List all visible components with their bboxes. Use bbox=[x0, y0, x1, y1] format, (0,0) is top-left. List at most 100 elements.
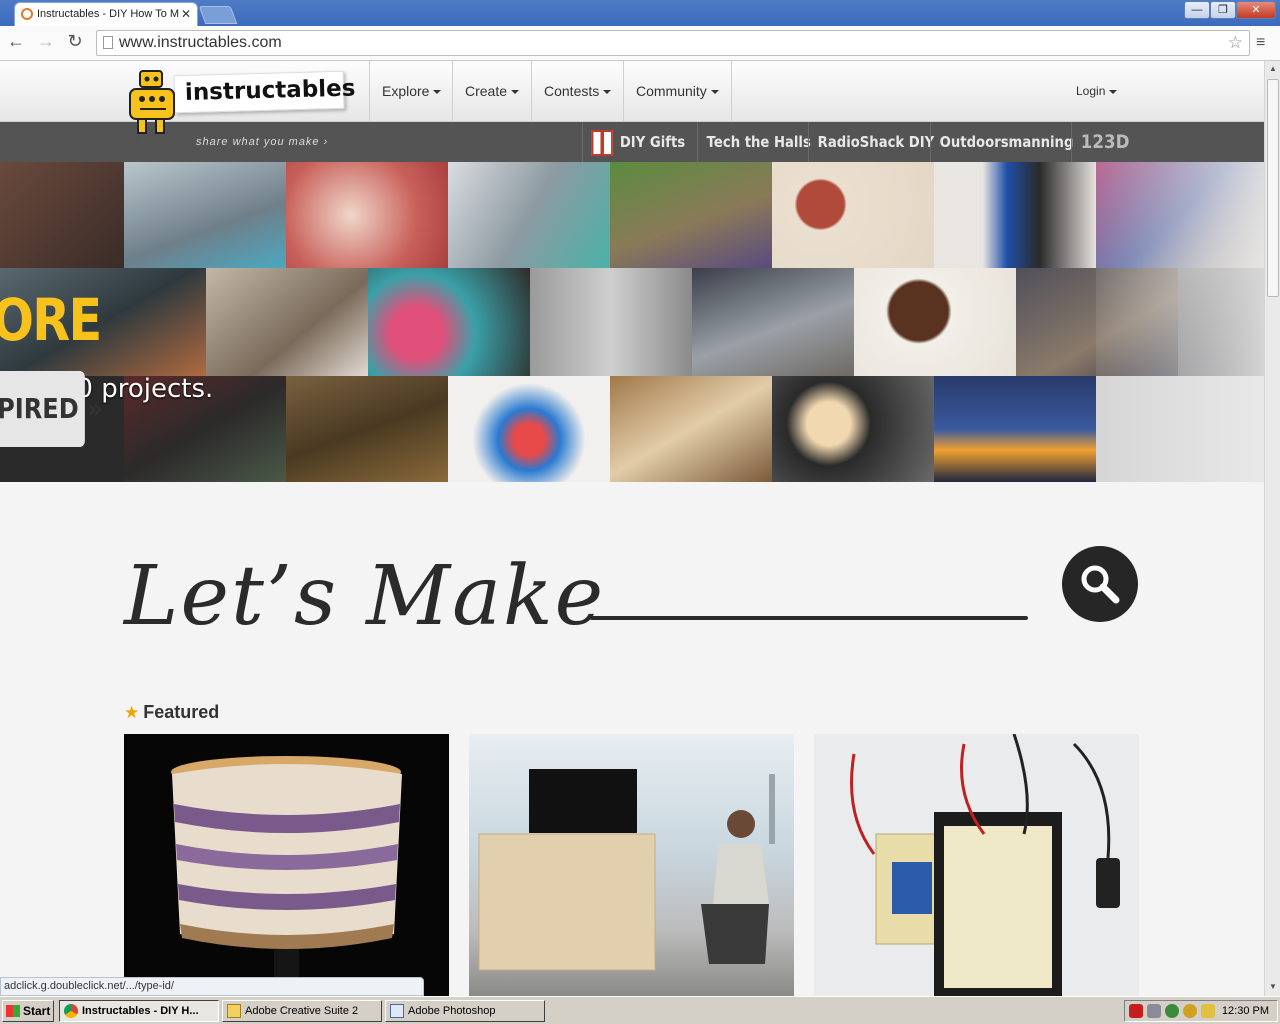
promo-diy-gifts[interactable]: DIY Gifts bbox=[582, 122, 694, 162]
mosaic-fade-overlay bbox=[1096, 162, 1264, 482]
featured-card-electronics[interactable] bbox=[814, 734, 1139, 996]
nav-explore-label: Explore bbox=[382, 83, 430, 99]
page-scrollbar[interactable]: ▲ ▼ bbox=[1264, 61, 1280, 996]
nav-create-label: Create bbox=[465, 83, 508, 99]
get-inspired-button[interactable]: PIRED » bbox=[0, 371, 103, 447]
scroll-up-arrow-icon[interactable]: ▲ bbox=[1265, 61, 1280, 77]
chrome-menu-icon[interactable]: ≡ bbox=[1256, 34, 1265, 52]
promo-radioshack-diy[interactable]: RadioShack DIY bbox=[808, 122, 943, 162]
gift-icon bbox=[591, 129, 613, 156]
start-button[interactable]: Start bbox=[2, 1000, 54, 1022]
new-tab-button[interactable] bbox=[198, 6, 238, 24]
featured-card-trifle[interactable] bbox=[124, 734, 449, 996]
acrobat-tray-icon[interactable] bbox=[1129, 1004, 1143, 1018]
star-icon: ★ bbox=[124, 703, 140, 722]
featured-mosaic-banner[interactable]: ORE 00,000 projects. bbox=[0, 162, 1264, 482]
caret-down-icon bbox=[1109, 89, 1118, 94]
back-arrow-icon[interactable]: ← bbox=[4, 31, 28, 52]
search-icon bbox=[1081, 565, 1120, 604]
lets-make-search-input[interactable] bbox=[590, 616, 1028, 620]
breadboard-circuit-image bbox=[850, 734, 1120, 996]
tray-icon[interactable] bbox=[1147, 1004, 1161, 1018]
promo-123d-label: 123D bbox=[1080, 131, 1130, 153]
mosaic-tile bbox=[772, 162, 934, 268]
folder-icon bbox=[227, 1004, 241, 1018]
mosaic-tile bbox=[0, 162, 124, 268]
mosaic-tile bbox=[206, 268, 368, 376]
promo-outdoorsmanning[interactable]: Outdoorsmanning bbox=[930, 122, 1082, 162]
taskbar-chrome-label: Instructables - DIY H... bbox=[82, 1005, 199, 1017]
scroll-down-arrow-icon[interactable]: ▼ bbox=[1265, 979, 1280, 995]
mosaic-tile bbox=[772, 376, 934, 482]
tab-title: Instructables - DIY How To M bbox=[37, 8, 180, 20]
browser-status-bar: adclick.g.doubleclick.net/.../type-id/ bbox=[0, 977, 424, 996]
mosaic-tile bbox=[124, 162, 286, 268]
windows-taskbar: Start Instructables - DIY H... Adobe Cre… bbox=[0, 996, 1280, 1024]
featured-label: Featured bbox=[143, 702, 220, 722]
scrollbar-thumb[interactable] bbox=[1267, 79, 1279, 297]
mosaic-tile bbox=[368, 268, 530, 376]
reload-icon[interactable]: ↻ bbox=[63, 31, 87, 52]
page-icon bbox=[103, 36, 113, 49]
taskbar-item-photoshop[interactable]: Adobe Photoshop bbox=[385, 1000, 545, 1022]
taskbar-cs2-label: Adobe Creative Suite 2 bbox=[245, 1005, 359, 1017]
tv-lift-cabinet-image bbox=[478, 769, 775, 971]
tray-icon[interactable] bbox=[1165, 1004, 1179, 1018]
clock: 12:30 PM bbox=[1221, 1005, 1269, 1017]
browser-tab-instructables[interactable]: Instructables - DIY How To M ✕ bbox=[14, 2, 198, 26]
browser-toolbar: ← → ↻ www.instructables.com ☆ ≡ bbox=[0, 26, 1280, 61]
featured-heading: ★ Featured bbox=[124, 702, 219, 723]
mosaic-tile bbox=[530, 268, 692, 376]
address-bar[interactable]: www.instructables.com ☆ bbox=[96, 30, 1250, 56]
minimize-button[interactable]: — bbox=[1184, 1, 1210, 19]
caret-down-icon bbox=[433, 90, 442, 95]
nav-community[interactable]: Community bbox=[623, 61, 732, 122]
instructables-wordmark[interactable]: instructables bbox=[173, 70, 356, 114]
promo-123d[interactable]: 123D bbox=[1071, 122, 1138, 162]
start-label: Start bbox=[23, 1004, 51, 1018]
chrome-icon bbox=[64, 1004, 78, 1018]
mosaic-tile bbox=[286, 376, 448, 482]
mosaic-tile bbox=[934, 376, 1096, 482]
promo-radioshack-label: RadioShack DIY bbox=[817, 133, 935, 151]
system-tray: 12:30 PM bbox=[1124, 1000, 1278, 1022]
taskbar-item-creative-suite[interactable]: Adobe Creative Suite 2 bbox=[222, 1000, 382, 1022]
instructables-robot-logo[interactable] bbox=[124, 69, 182, 147]
nav-contests-label: Contests bbox=[544, 83, 600, 99]
taskbar-item-chrome[interactable]: Instructables - DIY H... bbox=[59, 1000, 219, 1022]
close-tab-icon[interactable]: ✕ bbox=[181, 3, 191, 25]
taskbar-photoshop-label: Adobe Photoshop bbox=[408, 1005, 496, 1017]
lets-make-heading: Let’s Make bbox=[124, 549, 606, 644]
caret-down-icon bbox=[603, 90, 612, 95]
tray-icon[interactable] bbox=[1183, 1004, 1197, 1018]
promo-tech-the-halls[interactable]: Tech the Halls bbox=[697, 122, 820, 162]
bookmark-star-icon[interactable]: ☆ bbox=[1228, 31, 1243, 55]
mosaic-tile bbox=[610, 376, 772, 482]
windows-logo-icon bbox=[6, 1005, 20, 1017]
nav-create[interactable]: Create bbox=[452, 61, 531, 122]
mosaic-tile bbox=[448, 162, 610, 268]
featured-card-tv-cabinet[interactable] bbox=[469, 734, 794, 996]
tagline[interactable]: share what you make › bbox=[196, 136, 328, 148]
network-tray-icon[interactable] bbox=[1201, 1004, 1215, 1018]
photoshop-icon bbox=[390, 1004, 404, 1018]
nav-explore[interactable]: Explore bbox=[369, 61, 453, 122]
mosaic-tile bbox=[692, 268, 854, 376]
promo-tech-label: Tech the Halls bbox=[706, 133, 811, 151]
restore-button[interactable]: ❐ bbox=[1210, 1, 1236, 19]
banner-headline: ORE bbox=[0, 286, 102, 354]
close-window-button[interactable]: ✕ bbox=[1236, 1, 1276, 19]
promo-diy-gifts-label: DIY Gifts bbox=[619, 133, 686, 151]
instructables-favicon-icon bbox=[21, 8, 33, 20]
nav-community-label: Community bbox=[636, 83, 707, 99]
nav-contests[interactable]: Contests bbox=[531, 61, 623, 122]
mosaic-tile bbox=[610, 162, 772, 268]
caret-down-icon bbox=[511, 90, 520, 95]
login-label: Login bbox=[1076, 84, 1106, 98]
browser-titlebar: Instructables - DIY How To M ✕ — ❐ ✕ bbox=[0, 0, 1280, 26]
login-link[interactable]: Login bbox=[1076, 61, 1118, 121]
search-button[interactable] bbox=[1062, 546, 1138, 622]
mosaic-tile bbox=[934, 162, 1096, 268]
forward-arrow-icon[interactable]: → bbox=[34, 31, 58, 52]
trifle-dessert-image bbox=[171, 756, 402, 996]
